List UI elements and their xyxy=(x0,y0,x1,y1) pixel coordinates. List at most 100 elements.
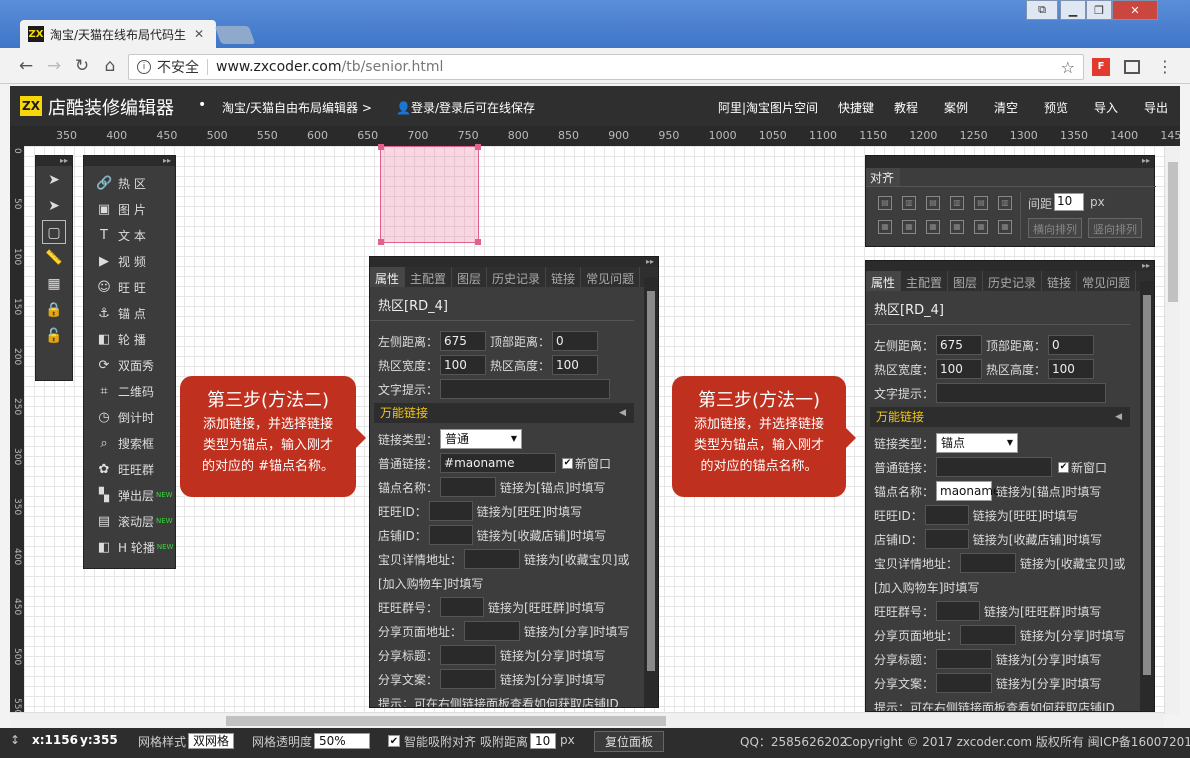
height-input[interactable]: 100 xyxy=(552,355,599,375)
align-right-icon[interactable]: ▤ xyxy=(926,196,940,210)
menu-image-space[interactable]: 阿里|淘宝图片空间 xyxy=(718,99,818,116)
horizontal-arrange-button[interactable]: 横向排列 xyxy=(1028,218,1082,238)
breadcrumb[interactable]: 淘宝/天猫自由布局编辑器 > xyxy=(222,99,372,116)
distribute-top-icon[interactable]: ▦ xyxy=(950,220,964,234)
menu-import[interactable]: 导入 xyxy=(1094,99,1118,116)
top-input[interactable]: 0 xyxy=(552,331,599,351)
module-item[interactable]: T文 本 xyxy=(84,222,175,248)
resize-handle[interactable] xyxy=(378,239,384,245)
distribute-hcenter-icon[interactable]: ▦ xyxy=(902,220,916,234)
new-window-checkbox[interactable]: ✔ xyxy=(562,457,574,469)
share-text-input[interactable] xyxy=(936,673,993,693)
tab-props[interactable]: 属性 xyxy=(866,271,902,291)
tab-links[interactable]: 链接 xyxy=(546,267,582,287)
tab-history[interactable]: 历史记录 xyxy=(983,271,1043,291)
module-item[interactable]: ◧ H 轮播 NEW xyxy=(84,534,175,560)
restore-icon[interactable]: ❐ xyxy=(1086,0,1112,20)
align-bottom-icon[interactable]: ▥ xyxy=(998,196,1012,210)
info-icon[interactable]: i xyxy=(137,60,151,74)
group-input[interactable] xyxy=(936,601,981,621)
grid-style-select[interactable]: 双网格 xyxy=(188,733,235,749)
module-item[interactable]: ▣ 图 片 xyxy=(84,196,175,222)
module-item[interactable]: 🔗 热 区 xyxy=(84,170,175,196)
detail-input[interactable] xyxy=(960,553,1017,573)
hotzone-rd4[interactable] xyxy=(378,144,481,245)
reload-icon[interactable]: ↻ xyxy=(72,56,92,76)
scroll-thumb[interactable] xyxy=(1143,295,1151,675)
extension-icon[interactable]: F xyxy=(1092,58,1110,76)
hotzone-rect-icon[interactable]: ▢ xyxy=(42,220,66,244)
distribute-right-icon[interactable]: ▦ xyxy=(926,220,940,234)
tab-history[interactable]: 历史记录 xyxy=(487,267,547,287)
menu-export[interactable]: 导出 xyxy=(1144,99,1168,116)
panel-grip[interactable]: ▸▸ xyxy=(866,261,1154,271)
close-tab-icon[interactable]: ✕ xyxy=(194,27,204,41)
close-window-icon[interactable]: ✕ xyxy=(1112,0,1158,20)
distribute-vcenter-icon[interactable]: ▦ xyxy=(974,220,988,234)
home-icon[interactable]: ⌂ xyxy=(100,56,120,76)
new-window-checkbox[interactable]: ✔ xyxy=(1058,461,1070,473)
direct-select-icon[interactable]: ➤ xyxy=(42,194,66,218)
tip-input[interactable] xyxy=(440,379,611,399)
ww-id-input[interactable] xyxy=(924,505,969,525)
profile-icon[interactable]: ⧉ xyxy=(1026,0,1058,20)
module-item[interactable]: ✿ 旺旺群 xyxy=(84,456,175,482)
anchor-name-input[interactable]: maoname xyxy=(936,481,1000,501)
ruler-icon[interactable]: 📏 xyxy=(42,246,66,270)
detail-input[interactable] xyxy=(464,549,521,569)
group-input[interactable] xyxy=(440,597,485,617)
menu-kebab-icon[interactable]: ⋮ xyxy=(1156,58,1174,76)
tab-main-config[interactable]: 主配置 xyxy=(405,267,453,287)
tab-layers[interactable]: 图层 xyxy=(452,267,488,287)
tab-faq[interactable]: 常见问题 xyxy=(1077,271,1137,291)
menu-tutorial[interactable]: 教程 xyxy=(894,99,918,116)
scroll-thumb[interactable] xyxy=(647,291,655,671)
module-item[interactable]: ▶ 视 频 xyxy=(84,248,175,274)
resize-handle[interactable] xyxy=(378,144,384,150)
width-input[interactable]: 100 xyxy=(440,355,487,375)
scroll-thumb[interactable] xyxy=(226,716,666,726)
share-url-input[interactable] xyxy=(960,625,1017,645)
vertical-scrollbar[interactable] xyxy=(1164,146,1180,714)
share-title-input[interactable] xyxy=(936,649,993,669)
module-item[interactable]: ▚ 弹出层 NEW xyxy=(84,482,175,508)
spacing-input[interactable]: 10 xyxy=(1054,193,1084,211)
horizontal-scrollbar[interactable] xyxy=(10,712,1164,728)
panel-scrollbar[interactable] xyxy=(644,277,658,707)
screenshot-icon[interactable] xyxy=(1124,60,1140,74)
share-title-input[interactable] xyxy=(440,645,497,665)
normal-link-input[interactable] xyxy=(936,457,1053,477)
link-type-select[interactable]: 普通 xyxy=(440,429,523,449)
browser-tab[interactable]: ZX 淘宝/天猫在线布局代码生成器 ✕ xyxy=(20,20,216,48)
menu-shortcuts[interactable]: 快捷键 xyxy=(838,99,874,116)
reset-panels-button[interactable]: 复位面板 xyxy=(594,731,665,752)
left-input[interactable]: 675 xyxy=(936,335,983,355)
tab-layers[interactable]: 图层 xyxy=(948,271,984,291)
module-item[interactable]: ⌗ 二维码 xyxy=(84,378,175,404)
forward-icon[interactable]: → xyxy=(44,56,64,76)
share-text-input[interactable] xyxy=(440,669,497,689)
resize-handle[interactable] xyxy=(475,239,481,245)
universal-link-section[interactable]: 万能链接 xyxy=(870,407,1130,427)
panel-grip[interactable]: ▸▸ xyxy=(370,257,658,267)
tab-main-config[interactable]: 主配置 xyxy=(901,271,949,291)
align-hcenter-icon[interactable]: ▥ xyxy=(902,196,916,210)
align-top-icon[interactable]: ▥ xyxy=(950,196,964,210)
login-link[interactable]: 👤登录/登录后可在线保存 xyxy=(396,99,535,116)
top-input[interactable]: 0 xyxy=(1048,335,1095,355)
address-bar[interactable]: i 不安全 www.zxcoder.com/tb/senior.html ☆ xyxy=(128,54,1084,80)
grid-icon[interactable]: ▦ xyxy=(42,272,66,296)
module-item[interactable]: ⟳ 双面秀 xyxy=(84,352,175,378)
anchor-name-input[interactable] xyxy=(440,477,497,497)
share-url-input[interactable] xyxy=(464,621,521,641)
tab-props[interactable]: 属性 xyxy=(370,267,406,287)
module-item[interactable]: ◷ 倒计时 xyxy=(84,404,175,430)
scroll-thumb[interactable] xyxy=(1168,162,1178,302)
width-input[interactable]: 100 xyxy=(936,359,983,379)
module-item[interactable]: ▤ 滚动层 NEW xyxy=(84,508,175,534)
distribute-bottom-icon[interactable]: ▦ xyxy=(998,220,1012,234)
tab-align[interactable]: 对齐 xyxy=(866,168,900,186)
minimize-icon[interactable]: ▁ xyxy=(1060,0,1086,20)
panel-grip[interactable]: ▸▸ xyxy=(866,156,1154,168)
universal-link-section[interactable]: 万能链接 xyxy=(374,403,634,423)
